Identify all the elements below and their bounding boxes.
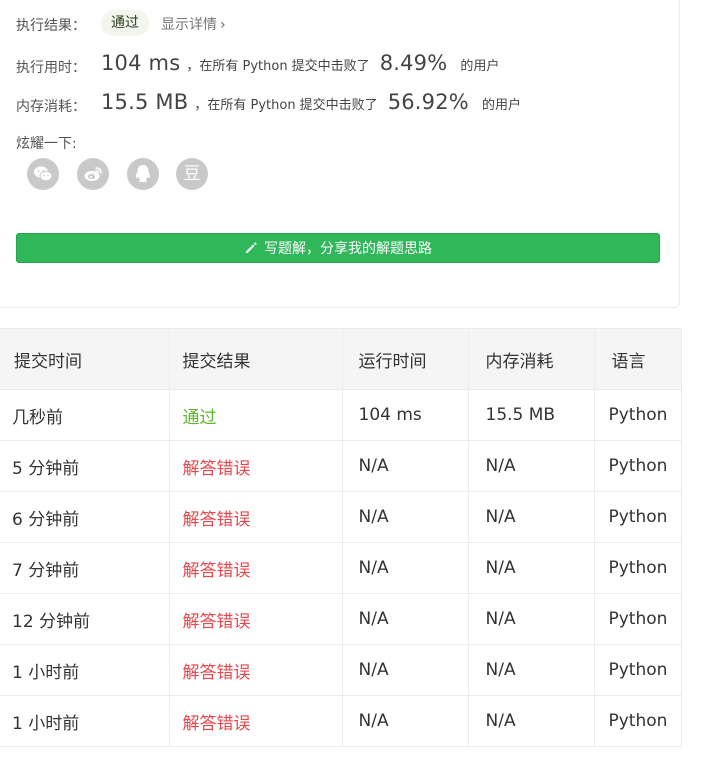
cell-runtime: N/A bbox=[341, 593, 469, 645]
write-solution-label: 写题解，分享我的解题思路 bbox=[264, 241, 432, 257]
cell-submit-time: 5 分钟前 bbox=[0, 440, 170, 492]
submissions-table: 提交时间 提交结果 运行时间 内存消耗 语言 几秒前 通过 104 ms 15.… bbox=[0, 328, 682, 747]
submission-result-card: 执行结果： 通过 显示详情 › 执行用时： 104 ms ，在所有 Python … bbox=[0, 0, 680, 308]
table-header-row: 提交时间 提交结果 运行时间 内存消耗 语言 bbox=[0, 328, 682, 390]
cell-runtime: N/A bbox=[341, 491, 469, 543]
cell-runtime: N/A bbox=[341, 542, 469, 594]
cell-runtime: 104 ms bbox=[341, 389, 469, 441]
cell-language: Python bbox=[593, 389, 682, 441]
chevron-right-icon: › bbox=[220, 17, 226, 33]
table-row: 1 小时前 解答错误 N/A N/A Python bbox=[0, 695, 682, 747]
cell-runtime: N/A bbox=[341, 440, 469, 492]
header-language: 语言 bbox=[593, 328, 682, 390]
memory-label: 内存消耗： bbox=[16, 99, 86, 115]
runtime-percent: 8.49% bbox=[379, 51, 448, 75]
cell-submit-time: 7 分钟前 bbox=[0, 542, 170, 594]
cell-memory: N/A bbox=[467, 644, 595, 696]
wechat-icon[interactable] bbox=[27, 158, 59, 190]
status-text[interactable]: 解答错误 bbox=[183, 561, 251, 581]
cell-status-link[interactable]: 解答错误 bbox=[168, 491, 343, 543]
cell-language: Python bbox=[593, 542, 682, 594]
cell-runtime: N/A bbox=[341, 644, 469, 696]
runtime-stat: 104 ms ，在所有 Python 提交中击败了 8.49% 的用户 bbox=[101, 51, 499, 75]
cell-runtime: N/A bbox=[341, 695, 469, 747]
cell-memory: N/A bbox=[467, 695, 595, 747]
write-solution-button[interactable]: 写题解，分享我的解题思路 bbox=[16, 233, 660, 263]
cell-submit-time: 1 小时前 bbox=[0, 644, 170, 696]
cell-submit-time: 6 分钟前 bbox=[0, 491, 170, 543]
runtime-users-text: 的用户 bbox=[460, 59, 500, 74]
cell-language: Python bbox=[593, 695, 682, 747]
douban-icon[interactable]: 豆 bbox=[176, 158, 208, 190]
cell-status-link[interactable]: 解答错误 bbox=[168, 542, 343, 594]
table-row: 1 小时前 解答错误 N/A N/A Python bbox=[0, 644, 682, 696]
cell-language: Python bbox=[593, 491, 682, 543]
memory-users-text: 的用户 bbox=[481, 98, 521, 113]
table-row: 12 分钟前 解答错误 N/A N/A Python bbox=[0, 593, 682, 645]
pencil-icon bbox=[246, 242, 257, 253]
cell-language: Python bbox=[593, 440, 682, 492]
memory-stat: 15.5 MB ，在所有 Python 提交中击败了 56.92% 的用户 bbox=[101, 90, 521, 114]
header-runtime: 运行时间 bbox=[341, 328, 469, 390]
memory-beat-text: ，在所有 Python 提交中击败了 bbox=[194, 98, 378, 113]
memory-value: 15.5 MB bbox=[101, 90, 189, 114]
table-row: 几秒前 通过 104 ms 15.5 MB Python bbox=[0, 389, 682, 441]
cell-language: Python bbox=[593, 644, 682, 696]
cell-status-link[interactable]: 解答错误 bbox=[168, 644, 343, 696]
cell-status-link[interactable]: 解答错误 bbox=[168, 593, 343, 645]
runtime-beat-text: ，在所有 Python 提交中击败了 bbox=[186, 59, 370, 74]
cell-submit-time: 几秒前 bbox=[0, 389, 170, 441]
status-text[interactable]: 解答错误 bbox=[183, 459, 251, 479]
cell-memory: N/A bbox=[467, 440, 595, 492]
cell-submit-time: 1 小时前 bbox=[0, 695, 170, 747]
runtime-label: 执行用时： bbox=[16, 60, 86, 76]
show-details-link[interactable]: 显示详情 › bbox=[161, 14, 226, 34]
runtime-value: 104 ms bbox=[101, 51, 181, 75]
cell-status-link[interactable]: 解答错误 bbox=[168, 440, 343, 492]
status-text[interactable]: 通过 bbox=[183, 408, 217, 428]
table-row: 6 分钟前 解答错误 N/A N/A Python bbox=[0, 491, 682, 543]
header-memory: 内存消耗 bbox=[467, 328, 595, 390]
status-text[interactable]: 解答错误 bbox=[183, 663, 251, 683]
show-details-label: 显示详情 bbox=[161, 17, 217, 33]
share-label: 炫耀一下: bbox=[16, 136, 77, 152]
table-row: 7 分钟前 解答错误 N/A N/A Python bbox=[0, 542, 682, 594]
status-text[interactable]: 解答错误 bbox=[183, 714, 251, 734]
cell-language: Python bbox=[593, 593, 682, 645]
cell-submit-time: 12 分钟前 bbox=[0, 593, 170, 645]
status-label: 执行结果： bbox=[16, 18, 86, 34]
qq-icon[interactable] bbox=[127, 158, 159, 190]
weibo-icon[interactable] bbox=[77, 158, 109, 190]
table-row: 5 分钟前 解答错误 N/A N/A Python bbox=[0, 440, 682, 492]
status-text[interactable]: 解答错误 bbox=[183, 612, 251, 632]
cell-memory: 15.5 MB bbox=[467, 389, 595, 441]
cell-memory: N/A bbox=[467, 491, 595, 543]
cell-memory: N/A bbox=[467, 542, 595, 594]
status-text[interactable]: 解答错误 bbox=[183, 510, 251, 530]
cell-memory: N/A bbox=[467, 593, 595, 645]
header-submit-time: 提交时间 bbox=[0, 328, 170, 390]
memory-percent: 56.92% bbox=[387, 90, 469, 114]
status-badge: 通过 bbox=[101, 10, 149, 36]
header-submit-result: 提交结果 bbox=[168, 328, 343, 390]
cell-status-link[interactable]: 解答错误 bbox=[168, 695, 343, 747]
cell-status-link[interactable]: 通过 bbox=[168, 389, 343, 441]
douban-icon-glyph: 豆 bbox=[183, 163, 201, 184]
